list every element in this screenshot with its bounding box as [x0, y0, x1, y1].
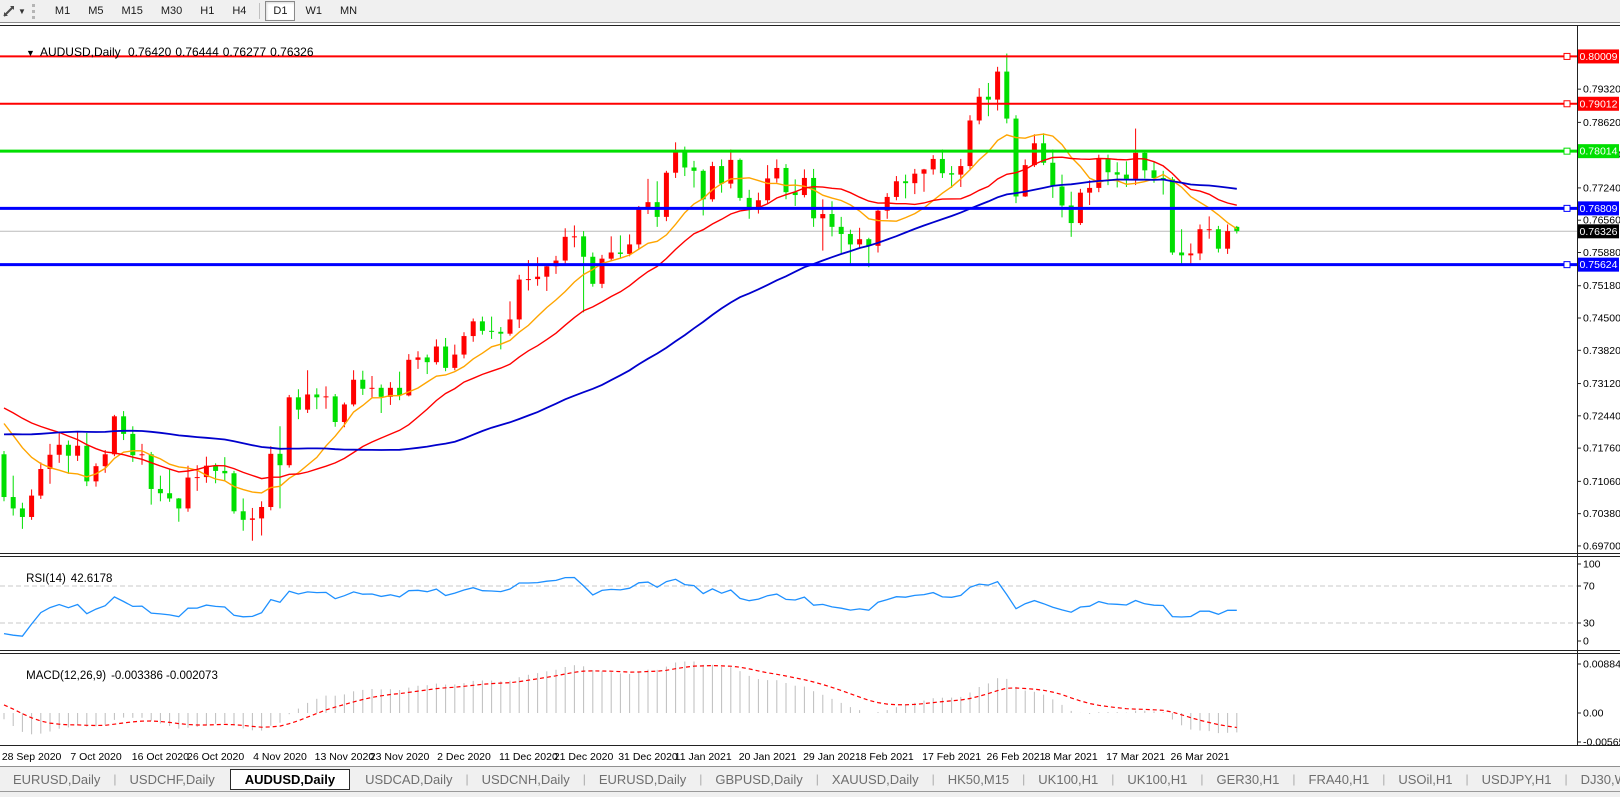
- svg-text:30: 30: [1583, 618, 1595, 630]
- svg-text:0.00: 0.00: [1583, 708, 1604, 720]
- status-strip: [0, 791, 1620, 797]
- rsi-value: 42.6178: [70, 573, 113, 585]
- toolbar-separator: [259, 3, 261, 19]
- svg-text:0.79012: 0.79012: [1580, 98, 1618, 110]
- rsi-name: RSI(14): [26, 573, 66, 585]
- chart-tab-dj30-weekly[interactable]: DJ30,Weekly: [1568, 772, 1620, 787]
- svg-text:11 Jan 2021: 11 Jan 2021: [675, 751, 732, 763]
- ohlc-open: 0.76420: [127, 45, 172, 59]
- timeframe-button-m5[interactable]: M5: [80, 1, 111, 21]
- chart-area: 0.793200.786200.779400.772400.765600.758…: [0, 23, 1620, 766]
- chart-tab-usdchf-daily[interactable]: USDCHF,Daily: [117, 772, 228, 787]
- timeframe-button-mn[interactable]: MN: [332, 1, 365, 21]
- svg-text:31 Dec 2020: 31 Dec 2020: [618, 751, 678, 763]
- svg-text:16 Oct 2020: 16 Oct 2020: [132, 751, 189, 763]
- svg-text:0.75880: 0.75880: [1583, 247, 1620, 259]
- ohlc-high: 0.76444: [175, 45, 219, 59]
- chart-tab-audusd-daily[interactable]: AUDUSD,Daily: [229, 768, 351, 790]
- svg-text:0.75180: 0.75180: [1583, 280, 1620, 292]
- svg-text:23 Nov 2020: 23 Nov 2020: [370, 751, 430, 763]
- svg-text:0.80009: 0.80009: [1580, 51, 1618, 63]
- svg-text:29 Jan 2021: 29 Jan 2021: [803, 751, 861, 763]
- svg-text:0.71060: 0.71060: [1583, 476, 1620, 488]
- timeframe-button-m15[interactable]: M15: [113, 1, 150, 21]
- cursor-tool-icon[interactable]: [2, 4, 16, 18]
- chart-tab-uk100-h1[interactable]: UK100,H1: [1114, 772, 1200, 787]
- chart-tab-hk50-m15[interactable]: HK50,M15: [935, 772, 1022, 787]
- chart-tab-ger30-h1[interactable]: GER30,H1: [1204, 772, 1293, 787]
- svg-text:2 Dec 2020: 2 Dec 2020: [437, 751, 491, 763]
- symbol-dropdown-icon[interactable]: ▼: [26, 48, 35, 58]
- svg-text:0.73120: 0.73120: [1583, 378, 1620, 390]
- svg-text:0.78014: 0.78014: [1580, 146, 1618, 158]
- macd-values: -0.003386 -0.002073: [111, 670, 218, 682]
- svg-text:0.76809: 0.76809: [1580, 203, 1618, 215]
- macd-name: MACD(12,26,9): [26, 670, 107, 682]
- timeframe-button-w1[interactable]: W1: [297, 1, 330, 21]
- svg-text:26 Feb 2021: 26 Feb 2021: [987, 751, 1046, 763]
- chart-tab-usdcad-daily[interactable]: USDCAD,Daily: [352, 772, 465, 787]
- chart-symbol: AUDUSD,Daily: [39, 45, 121, 59]
- timeframe-toolbar: ▼ M1 M5 M15 M30 H1 H4 D1 W1 MN: [0, 0, 1620, 23]
- svg-text:70: 70: [1583, 581, 1595, 593]
- svg-text:0.70380: 0.70380: [1583, 508, 1620, 520]
- svg-text:-0.005651: -0.005651: [1583, 737, 1620, 749]
- svg-text:0.79320: 0.79320: [1583, 84, 1620, 96]
- svg-text:11 Dec 2020: 11 Dec 2020: [499, 751, 558, 763]
- timeframe-button-m30[interactable]: M30: [153, 1, 190, 21]
- svg-text:0.75624: 0.75624: [1580, 259, 1618, 271]
- svg-text:0.78620: 0.78620: [1583, 117, 1620, 129]
- chart-tab-usoil-h1[interactable]: USOil,H1: [1385, 772, 1465, 787]
- chart-title: ▼ AUDUSD,Daily 0.76420 0.76444 0.76277 0.763…: [6, 31, 318, 73]
- svg-text:28 Sep 2020: 28 Sep 2020: [2, 751, 62, 763]
- macd-label: MACD(12,26,9) -0.003386 -0.002073: [7, 658, 223, 694]
- svg-text:13 Nov 2020: 13 Nov 2020: [315, 751, 375, 763]
- tool-dropdown-icon[interactable]: ▼: [18, 7, 26, 16]
- chart-canvas[interactable]: 0.793200.786200.779400.772400.765600.758…: [0, 23, 1620, 766]
- chart-tab-uk100-h1[interactable]: UK100,H1: [1025, 772, 1111, 787]
- chart-tab-fra40-h1[interactable]: FRA40,H1: [1296, 772, 1383, 787]
- mt4-window: ▼ M1 M5 M15 M30 H1 H4 D1 W1 MN 0.79320 0.78620 0.7…: [0, 0, 1620, 797]
- chart-tab-eurusd-daily[interactable]: EURUSD,Daily: [586, 772, 699, 787]
- svg-text:21 Dec 2020: 21 Dec 2020: [554, 751, 614, 763]
- timeframe-button-m1[interactable]: M1: [47, 1, 78, 21]
- chart-tab-eurusd-daily[interactable]: EURUSD,Daily: [0, 772, 113, 787]
- svg-text:0.72440: 0.72440: [1583, 410, 1620, 422]
- svg-text:4 Nov 2020: 4 Nov 2020: [253, 751, 307, 763]
- ohlc-close: 0.76326: [270, 45, 314, 59]
- svg-text:100: 100: [1583, 559, 1601, 571]
- svg-text:8 Feb 2021: 8 Feb 2021: [861, 751, 914, 763]
- timeframe-button-h4[interactable]: H4: [224, 1, 254, 21]
- svg-text:7 Oct 2020: 7 Oct 2020: [70, 751, 122, 763]
- svg-text:0.00884: 0.00884: [1583, 659, 1620, 671]
- chart-tab-usdjpy-h1[interactable]: USDJPY,H1: [1469, 772, 1565, 787]
- ohlc-low: 0.76277: [222, 45, 267, 59]
- svg-text:8 Mar 2021: 8 Mar 2021: [1045, 751, 1098, 763]
- chart-tab-xauusd-daily[interactable]: XAUUSD,Daily: [819, 772, 932, 787]
- svg-text:0.77240: 0.77240: [1583, 182, 1620, 194]
- svg-text:20 Jan 2021: 20 Jan 2021: [739, 751, 797, 763]
- svg-text:17 Mar 2021: 17 Mar 2021: [1106, 751, 1165, 763]
- svg-text:0.74500: 0.74500: [1583, 313, 1620, 325]
- svg-text:0.69700: 0.69700: [1583, 540, 1620, 552]
- timeframe-button-h1[interactable]: H1: [192, 1, 222, 21]
- svg-text:0.76326: 0.76326: [1580, 226, 1618, 238]
- svg-text:26 Oct 2020: 26 Oct 2020: [187, 751, 244, 763]
- toolbar-grip[interactable]: [31, 3, 40, 19]
- chart-tab-bar: EURUSD,Daily | USDCHF,Daily AUDUSD,Daily USD…: [0, 766, 1620, 791]
- chart-tab-usdcnh-daily[interactable]: USDCNH,Daily: [469, 772, 583, 787]
- svg-text:17 Feb 2021: 17 Feb 2021: [922, 751, 981, 763]
- timeframe-button-d1[interactable]: D1: [265, 1, 296, 21]
- chart-tab-gbpusd-daily[interactable]: GBPUSD,Daily: [702, 772, 815, 787]
- svg-text:0.71760: 0.71760: [1583, 443, 1620, 455]
- svg-text:0.73820: 0.73820: [1583, 345, 1620, 357]
- rsi-label: RSI(14) 42.6178: [7, 561, 117, 597]
- svg-text:0: 0: [1583, 636, 1589, 648]
- svg-text:26 Mar 2021: 26 Mar 2021: [1171, 751, 1230, 763]
